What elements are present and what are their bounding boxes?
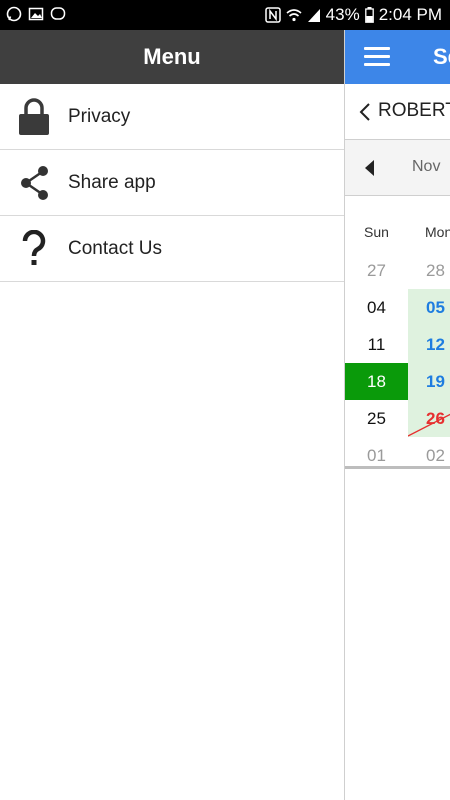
- calendar-day[interactable]: 11: [345, 326, 408, 363]
- drawer-header: Menu: [0, 30, 344, 84]
- battery-icon: [364, 7, 374, 23]
- status-left-icons: [6, 6, 66, 22]
- main-panel: Se ROBERT Nov Sun Mon 27 28 04 05 11 12 …: [344, 30, 450, 800]
- calendar-divider: [345, 466, 450, 469]
- app-bar-title: Se: [433, 44, 450, 69]
- drawer-title: Menu: [143, 44, 201, 69]
- calendar-day[interactable]: 12: [408, 326, 450, 363]
- calendar-day[interactable]: 25: [345, 400, 408, 437]
- lock-icon: [0, 97, 68, 137]
- menu-item-share-app[interactable]: Share app: [0, 150, 344, 216]
- previous-month-icon[interactable]: [365, 160, 374, 176]
- weekday-header-row: Sun Mon: [345, 210, 450, 252]
- chevron-left-icon[interactable]: [359, 102, 371, 122]
- calendar-week-row: 27 28: [345, 252, 450, 289]
- calendar-grid: Sun Mon 27 28 04 05 11 12 18 19 25 26 01: [345, 210, 450, 474]
- hamburger-menu-icon[interactable]: [364, 47, 390, 67]
- nfc-icon: [264, 7, 281, 23]
- calendar-day[interactable]: 04: [345, 289, 408, 326]
- menu-item-label: Share app: [68, 171, 156, 193]
- chat-bubble-icon: [50, 7, 66, 20]
- battery-percent: 43%: [325, 5, 360, 24]
- calendar-week-row: 04 05: [345, 289, 450, 326]
- question-icon: [0, 229, 68, 268]
- back-title: ROBERT: [378, 100, 450, 121]
- calendar-day[interactable]: 28: [408, 252, 450, 289]
- calendar-week-row: 11 12: [345, 326, 450, 363]
- signal-icon: [307, 9, 320, 22]
- menu-item-label: Contact Us: [68, 237, 162, 259]
- weekday-mon: Mon: [425, 224, 450, 240]
- share-icon: [0, 165, 68, 201]
- back-navigation-row[interactable]: ROBERT: [345, 84, 450, 140]
- strike-line-icon: [408, 413, 450, 437]
- status-time: 2:04 PM: [378, 5, 442, 24]
- month-selector: Nov: [345, 140, 450, 196]
- status-bar: 43% 2:04 PM: [0, 0, 450, 30]
- whatsapp-icon: [6, 6, 22, 22]
- calendar-week-row: 18 19: [345, 363, 450, 400]
- weekday-sun: Sun: [364, 224, 389, 240]
- calendar-day[interactable]: 19: [408, 363, 450, 400]
- calendar-day-today[interactable]: 18: [345, 363, 408, 400]
- menu-item-contact-us[interactable]: Contact Us: [0, 216, 344, 282]
- navigation-drawer: Menu Privacy Share app Contact Us: [0, 30, 344, 800]
- wifi-icon: [286, 9, 302, 22]
- calendar-day[interactable]: 05: [408, 289, 450, 326]
- status-right: 43% 2:04 PM: [264, 5, 442, 25]
- image-icon: [28, 7, 44, 21]
- calendar-day[interactable]: 27: [345, 252, 408, 289]
- app-bar: Se: [345, 30, 450, 84]
- menu-item-privacy[interactable]: Privacy: [0, 84, 344, 150]
- month-label: Nov: [412, 158, 441, 175]
- calendar-week-row: 25 26: [345, 400, 450, 437]
- menu-item-label: Privacy: [68, 105, 131, 127]
